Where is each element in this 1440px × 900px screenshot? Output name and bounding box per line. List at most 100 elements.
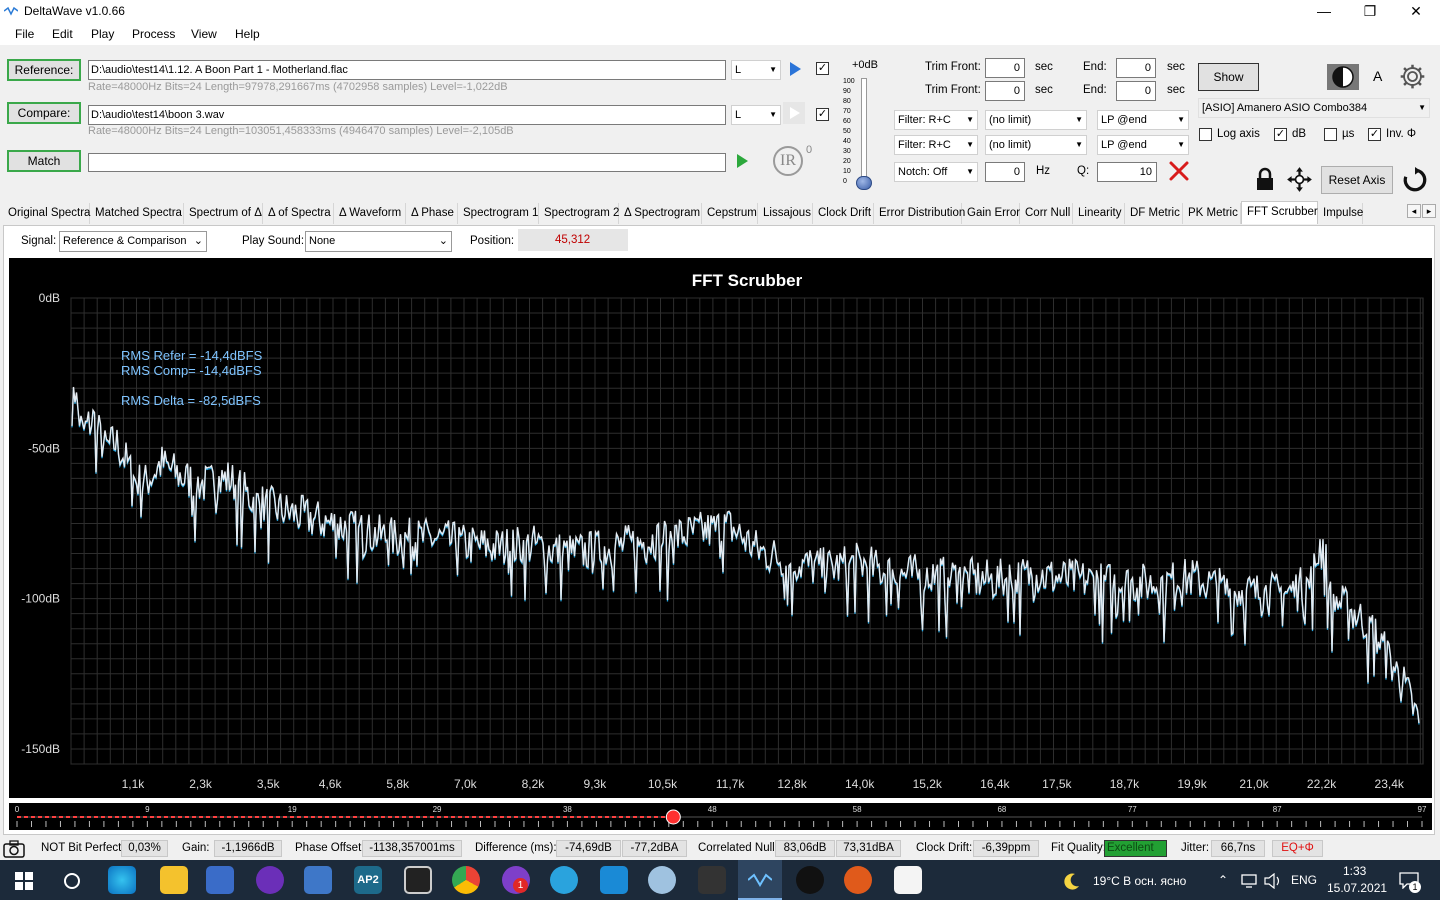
q-input[interactable]: 10 — [1097, 162, 1157, 182]
play-compare-icon[interactable] — [783, 102, 805, 124]
app-icon-fox[interactable] — [698, 866, 726, 894]
scrubber-slider[interactable]: 0 9 19 29 38 48 58 68 77 87 97 — [9, 803, 1432, 830]
tab-original-spectra[interactable]: Original Spectra — [3, 203, 90, 224]
app-icon-eye[interactable] — [796, 866, 824, 894]
windows-start-icon[interactable] — [15, 872, 33, 890]
camera-icon[interactable] — [3, 840, 25, 858]
minimize-button[interactable]: — — [1301, 0, 1347, 23]
edge-icon[interactable] — [108, 866, 136, 894]
tab-spectrogram-1[interactable]: Spectrogram 1 — [458, 203, 539, 224]
tab-pk-metric[interactable]: PK Metric — [1183, 203, 1241, 224]
tab-error-distribution[interactable]: Error Distribution — [874, 203, 965, 224]
tab-impulse[interactable]: Impulse — [1318, 203, 1363, 224]
close-button[interactable]: ✕ — [1393, 0, 1439, 23]
trim-front-input-2[interactable]: 0 — [985, 81, 1025, 101]
compare-button[interactable]: Compare: — [7, 102, 81, 124]
tab-spectrogram-2[interactable]: Spectrogram 2 — [539, 203, 619, 224]
compare-path-field[interactable]: D:\audio\test14\boon 3.wav — [88, 105, 726, 125]
trim-end-input-2[interactable]: 0 — [1116, 81, 1156, 101]
tab-cepstrum[interactable]: Cepstrum — [702, 203, 758, 224]
volume-icon[interactable] — [1264, 873, 1282, 889]
limit-select-1[interactable]: (no limit) ▼ — [985, 110, 1087, 130]
show-button[interactable]: Show — [1198, 63, 1259, 91]
language-indicator[interactable]: ENG — [1291, 873, 1317, 887]
app-icon-dark[interactable] — [404, 866, 432, 894]
app-icon-orange[interactable] — [844, 866, 872, 894]
clock-date[interactable]: 15.07.2021 — [1327, 881, 1387, 895]
menu-edit[interactable]: Edit — [52, 27, 73, 41]
fft-scrubber-chart[interactable]: FFT Scrubber 0dB -50dB -100dB -150dB 1,1k 2,3k… — [9, 258, 1432, 798]
network-icon[interactable] — [1240, 874, 1258, 888]
tab-df-metric[interactable]: DF Metric — [1125, 203, 1183, 224]
ap2-icon[interactable]: AP2 — [354, 866, 382, 894]
tab-corr-null[interactable]: Corr Null — [1020, 203, 1073, 224]
menu-file[interactable]: File — [15, 27, 34, 41]
app-icon-sc[interactable] — [894, 866, 922, 894]
compare-enable-checkbox[interactable]: ✓ — [816, 108, 829, 121]
volume-thumb[interactable] — [856, 176, 872, 190]
menu-process[interactable]: Process — [132, 27, 175, 41]
reference-button[interactable]: Reference: — [7, 59, 81, 81]
menu-help[interactable]: Help — [235, 27, 260, 41]
slider-thumb[interactable] — [665, 809, 681, 825]
weather-text[interactable]: 19°C В осн. ясно — [1093, 874, 1186, 888]
tab-spectrogram[interactable]: Δ Spectrogram — [619, 203, 702, 224]
play-sound-select[interactable]: None ⌄ — [305, 231, 452, 252]
refresh-icon[interactable] — [1402, 166, 1428, 194]
tab-fft-scrubber[interactable]: FFT Scrubber — [1241, 201, 1318, 224]
telegram-icon[interactable] — [550, 866, 578, 894]
save-icon[interactable] — [206, 866, 234, 894]
clear-filter-icon[interactable] — [1168, 160, 1190, 182]
play-match-icon[interactable] — [733, 152, 751, 170]
tab-waveform[interactable]: Δ Waveform — [334, 203, 406, 224]
lock-icon[interactable] — [1255, 167, 1275, 191]
filter-select-1[interactable]: Filter: R+C ▼ — [894, 110, 978, 130]
scrubber-track[interactable]: 0 9 19 29 38 48 58 68 77 87 97 — [9, 803, 1432, 830]
chrome-icon[interactable] — [452, 866, 480, 894]
tab-lissajous[interactable]: Lissajous — [758, 203, 813, 224]
log-axis-checkbox[interactable] — [1199, 128, 1212, 141]
tab-scroll-right[interactable]: ▸ — [1422, 204, 1436, 218]
contrast-icon[interactable] — [1327, 64, 1359, 90]
maximize-button[interactable]: ❐ — [1347, 0, 1393, 23]
app-icon-globe[interactable] — [648, 866, 676, 894]
limit-select-2[interactable]: (no limit) ▼ — [985, 135, 1087, 155]
lp-select-2[interactable]: LP @end ▼ — [1097, 135, 1189, 155]
tab-clock-drift[interactable]: Clock Drift — [813, 203, 874, 224]
tab-gain-error[interactable]: Gain Error — [962, 203, 1020, 224]
reference-channel-select[interactable]: L ▼ — [731, 60, 781, 80]
a-label[interactable]: A — [1373, 68, 1382, 84]
tab-of-spectra[interactable]: Δ of Spectra — [263, 203, 334, 224]
ir-button[interactable]: IR — [773, 146, 803, 176]
notch-hz-input[interactable]: 0 — [985, 162, 1025, 182]
tab-spectrum-of[interactable]: Spectrum of Δ — [184, 203, 263, 224]
tab-matched-spectra[interactable]: Matched Spectra — [90, 203, 184, 224]
match-button[interactable]: Match — [7, 150, 81, 172]
device-select[interactable]: [ASIO] Amanero ASIO Combo384 ▼ — [1198, 98, 1430, 118]
volume-track[interactable] — [861, 78, 867, 183]
vscode-icon[interactable] — [600, 866, 628, 894]
chevron-up-icon[interactable]: ⌃ — [1218, 873, 1228, 887]
trim-front-input-1[interactable]: 0 — [985, 58, 1025, 78]
reference-enable-checkbox[interactable]: ✓ — [816, 62, 829, 75]
notch-select[interactable]: Notch: Off ▼ — [894, 162, 978, 182]
task-view-icon[interactable] — [62, 871, 82, 891]
signal-select[interactable]: Reference & Comparison ⌄ — [59, 231, 207, 252]
db-checkbox[interactable]: ✓ — [1274, 128, 1287, 141]
compare-channel-select[interactable]: L ▼ — [731, 105, 781, 125]
gear-icon[interactable] — [1399, 63, 1426, 90]
play-reference-icon[interactable] — [787, 60, 803, 78]
tab-linearity[interactable]: Linearity — [1073, 203, 1125, 224]
inv-phase-checkbox[interactable]: ✓ — [1368, 128, 1381, 141]
lp-select-1[interactable]: LP @end ▼ — [1097, 110, 1189, 130]
menu-view[interactable]: View — [191, 27, 217, 41]
tab-phase[interactable]: Δ Phase — [406, 203, 458, 224]
menu-play[interactable]: Play — [91, 27, 114, 41]
podcast-icon[interactable] — [256, 866, 284, 894]
reference-path-field[interactable]: D:\audio\test14\1.12. A Boon Part 1 - Mo… — [88, 60, 726, 80]
mail-icon[interactable] — [304, 866, 332, 894]
tab-scroll-left[interactable]: ◂ — [1407, 204, 1421, 218]
trim-end-input-1[interactable]: 0 — [1116, 58, 1156, 78]
us-checkbox[interactable] — [1324, 128, 1337, 141]
filter-select-2[interactable]: Filter: R+C ▼ — [894, 135, 978, 155]
